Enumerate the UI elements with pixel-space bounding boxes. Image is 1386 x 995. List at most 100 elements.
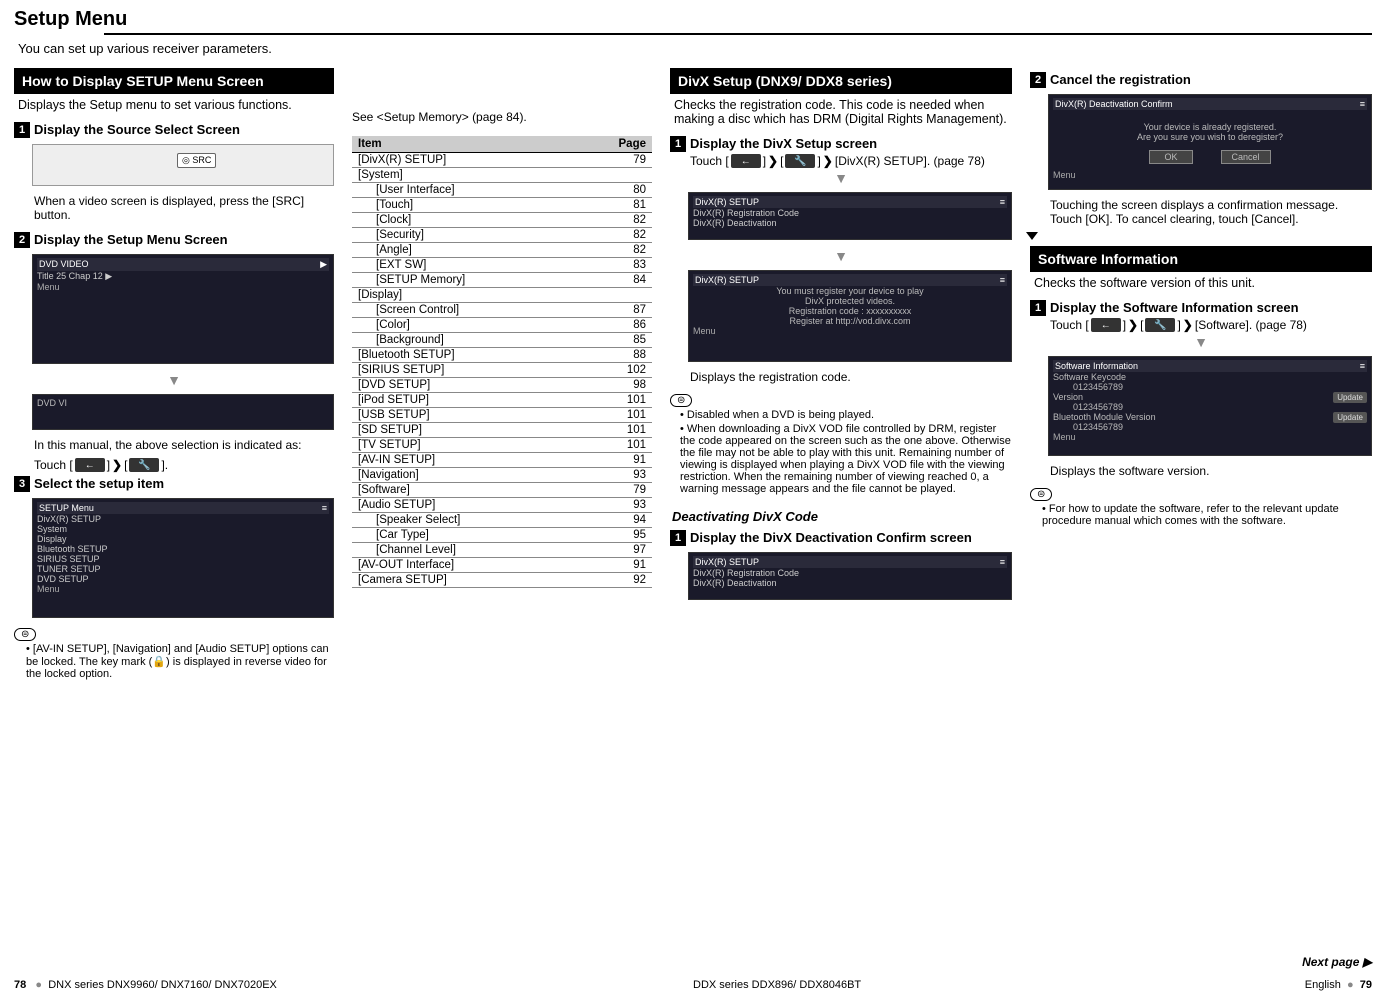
reg-code-text: Displays the registration code. [670,368,1012,390]
footer-right-text: English [1305,979,1341,991]
setup-menu-screen: SETUP Menu≡ DivX(R) SETUPSystemDisplayBl… [32,498,334,618]
list-item[interactable]: Display [37,534,329,544]
note-item: When downloading a DivX VOD file control… [680,423,1012,497]
si-step-num-1: 1 [1030,300,1046,316]
update-button[interactable]: Update [1333,392,1367,403]
table-row: [EXT SW]83 [352,258,652,273]
arrow-down-icon: ▼ [670,246,1012,266]
ok-button[interactable]: OK [1149,150,1192,164]
page-num-right: 79 [1360,979,1372,991]
table-row: [User Interface]80 [352,183,652,198]
step-3: 3 Select the setup item [14,472,334,494]
footer: 78 ● DNX series DNX9960/ DNX7160/ DNX702… [0,979,1386,991]
dvd-sub: Title 25 Chap 12 ▶ [37,271,329,282]
back-icon[interactable]: ← [1091,318,1121,332]
arrow-down-icon: ▼ [670,168,1012,188]
see-text: See <Setup Memory> (page 84). [352,110,652,130]
deact-step-1-label: Display the DivX Deactivation Confirm sc… [690,530,972,545]
si-step-1: 1 Display the Software Information scree… [1030,296,1372,318]
table-row: [Car Type]95 [352,528,652,543]
note-icon: ⊜ [14,628,36,641]
table-row: [TV SETUP]101 [352,438,652,453]
deactivating-head: Deactivating DivX Code [670,497,1012,526]
reg-code-row[interactable]: DivX(R) Registration Code [693,568,1007,578]
back-icon[interactable]: ← [75,458,105,472]
table-row: [USB SETUP]101 [352,408,652,423]
cancel-button[interactable]: Cancel [1221,150,1271,164]
si-display-text: Displays the software version. [1030,462,1372,484]
divx-step-num-1: 1 [670,136,686,152]
step-2-touch: Touch [←] ❯ [🔧]. [14,458,334,472]
tool-icon[interactable]: 🔧 [1145,318,1175,332]
list-item[interactable]: TUNER SETUP [37,564,329,574]
how-to-sub: Displays the Setup menu to set various f… [14,98,334,118]
list-item[interactable]: Bluetooth SETUP [37,544,329,554]
title-rule [104,33,1372,35]
table-row: [Camera SETUP]92 [352,573,652,588]
divx-touch: Touch [←] ❯ [🔧] ❯ [DivX(R) SETUP]. (page… [670,154,1012,168]
th-page: Page [612,136,652,153]
step-1-body: When a video screen is displayed, press … [14,192,334,228]
footer-mid-text: DDX series DDX896/ DDX8046BT [693,979,861,991]
divx-sub: Checks the registration code. This code … [670,98,1012,132]
dvd-vi-bar: DVD VI [32,394,334,430]
how-to-header: How to Display SETUP Menu Screen [14,68,334,94]
divx-setup-screen-2: DivX(R) SETUP≡ You must register your de… [688,270,1012,362]
step-1: 1 Display the Source Select Screen [14,118,334,140]
table-row: [Color]86 [352,318,652,333]
table-row: [Bluetooth SETUP]88 [352,348,652,363]
list-item[interactable]: DivX(R) SETUP [37,514,329,524]
column-4: 2 Cancel the registration DivX(R) Deacti… [1030,68,1372,684]
table-row: [DivX(R) SETUP]79 [352,153,652,168]
list-item[interactable]: SIRIUS SETUP [37,554,329,564]
software-info-screen: Software Information≡ Software Keycode 0… [1048,356,1372,456]
step-1-label: Display the Source Select Screen [34,122,240,137]
table-row: [SIRIUS SETUP]102 [352,363,652,378]
list-item[interactable]: DVD SETUP [37,574,329,584]
deactivation-row[interactable]: DivX(R) Deactivation [693,578,1007,588]
tool-icon[interactable]: 🔧 [129,458,159,472]
table-row: [AV-OUT Interface]91 [352,558,652,573]
table-row: [Angle]82 [352,243,652,258]
divx-notes: Disabled when a DVD is being played.When… [670,409,1012,497]
divx-step-1: 1 Display the DivX Setup screen [670,132,1012,154]
setup-table: Item Page [DivX(R) SETUP]79[System][User… [352,136,652,588]
step-num-1: 1 [14,122,30,138]
column-2: See <Setup Memory> (page 84). Item Page … [352,68,652,684]
software-info-header: Software Information [1030,246,1372,272]
table-row: [Clock]82 [352,213,652,228]
deact-step-1: 1 Display the DivX Deactivation Confirm … [670,526,1012,548]
back-icon[interactable]: ← [731,154,761,168]
th-item: Item [352,136,612,153]
cancel-step-num-2: 2 [1030,72,1046,88]
cancel-step-2: 2 Cancel the registration [1030,68,1372,90]
step-3-label: Select the setup item [34,476,164,491]
next-page: Next page ▶ [1302,955,1372,969]
source-select-panel: ◎ SRC [32,144,334,186]
table-row: [Security]82 [352,228,652,243]
step-num-2: 2 [14,232,30,248]
arrow-down-icon: ▼ [1030,332,1372,352]
table-row: [Screen Control]87 [352,303,652,318]
tool-icon[interactable]: 🔧 [785,154,815,168]
src-button[interactable]: ◎ SRC [177,153,216,168]
step-2-body1: In this manual, the above selection is i… [14,436,334,458]
step-2-label: Display the Setup Menu Screen [34,232,228,247]
list-item[interactable]: System [37,524,329,534]
column-3: DivX Setup (DNX9/ DDX8 series) Checks th… [670,68,1012,684]
divx-setup-screen-1: DivX(R) SETUP≡ DivX(R) Registration Code… [688,192,1012,240]
deactivation-row[interactable]: DivX(R) Deactivation [693,218,1007,228]
table-row: [Channel Level]97 [352,543,652,558]
si-step-1-label: Display the Software Information screen [1050,300,1299,315]
table-row: [SETUP Memory]84 [352,273,652,288]
table-row: [Audio SETUP]93 [352,498,652,513]
dvd-title: DVD VIDEO [39,259,89,270]
page-title: Setup Menu [0,0,1386,33]
reg-code-row[interactable]: DivX(R) Registration Code [693,208,1007,218]
arrow-down-icon: ▼ [14,370,334,390]
cancel-step-2-label: Cancel the registration [1050,72,1191,87]
divx-header: DivX Setup (DNX9/ DDX8 series) [670,68,1012,94]
si-note: • For how to update the software, refer … [1030,503,1372,531]
update-button[interactable]: Update [1333,412,1367,423]
cancel-body: Touching the screen displays a confirmat… [1030,196,1372,232]
